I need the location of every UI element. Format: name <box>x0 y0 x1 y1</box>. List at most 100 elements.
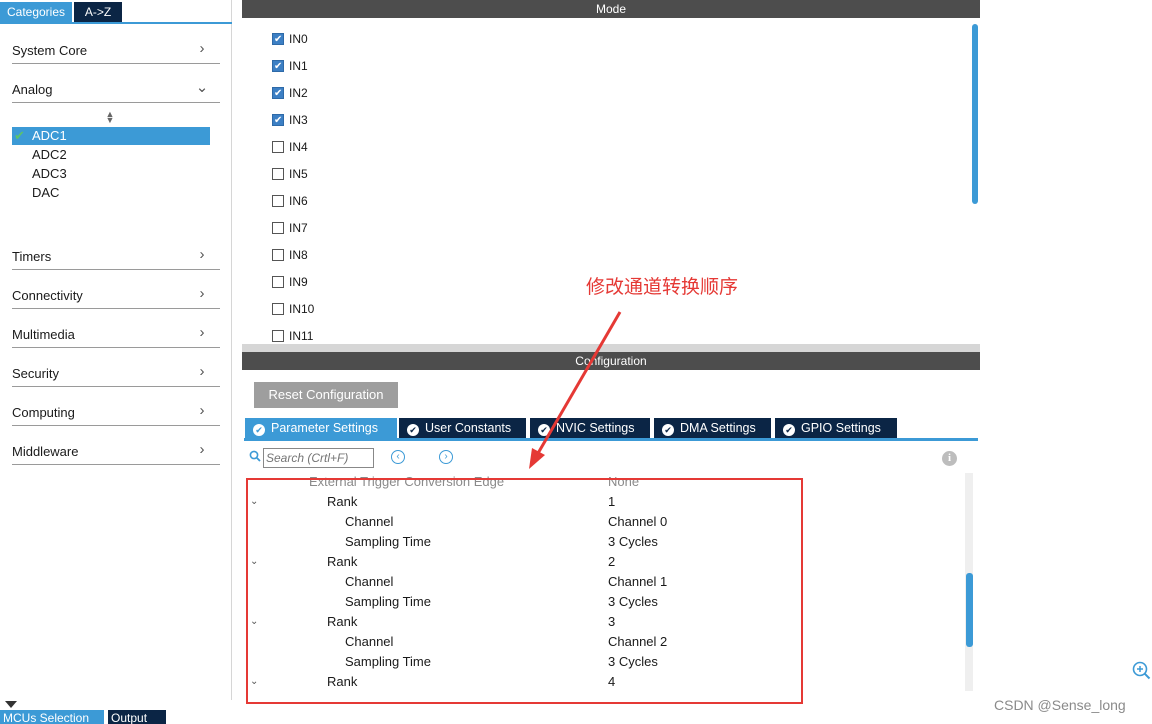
previous-icon[interactable]: ‹ <box>391 450 405 464</box>
checkbox[interactable] <box>272 85 284 103</box>
chevron-right-icon: › <box>199 402 205 419</box>
collapse-triangle-icon[interactable] <box>5 701 17 708</box>
analog-item-dac[interactable]: DAC <box>12 184 210 202</box>
parameter-name: Rank <box>327 554 358 569</box>
expand-chevron-icon[interactable]: ⌄ <box>250 672 262 692</box>
checkbox[interactable] <box>272 249 284 261</box>
parameter-row[interactable]: ⌄ Rank 3 <box>244 612 960 632</box>
analog-item-label: DAC <box>32 185 60 200</box>
parameter-scrollbar-thumb[interactable] <box>966 573 973 647</box>
checkbox[interactable] <box>272 168 284 180</box>
parameter-value[interactable]: 3 Cycles <box>608 652 658 672</box>
checkbox[interactable] <box>272 222 284 234</box>
category-middleware[interactable]: Middleware › <box>12 435 220 465</box>
category-label: Analog <box>12 82 53 97</box>
tab-categories[interactable]: Categories <box>0 2 72 22</box>
channel-label: IN0 <box>289 32 308 46</box>
checkbox[interactable] <box>272 276 284 288</box>
parameter-row[interactable]: Channel Channel 1 <box>244 572 960 592</box>
category-multimedia[interactable]: Multimedia › <box>12 318 220 348</box>
parameter-name: External Trigger Conversion Edge <box>309 474 505 489</box>
analog-item-adc2[interactable]: ADC2 <box>12 146 210 164</box>
checkbox[interactable] <box>272 112 284 130</box>
tab-gpio-settings[interactable]: ✔ GPIO Settings <box>775 418 897 439</box>
analog-item-adc3[interactable]: ADC3 <box>12 165 210 183</box>
channel-label: IN5 <box>289 167 308 181</box>
check-circle-icon: ✔ <box>662 424 674 436</box>
channel-label: IN6 <box>289 194 308 208</box>
channel-label: IN10 <box>289 302 315 316</box>
parameter-value[interactable]: Channel 0 <box>608 512 667 532</box>
tab-a-to-z[interactable]: A->Z <box>74 2 122 22</box>
tab-label: DMA Settings <box>680 421 756 435</box>
expand-chevron-icon[interactable]: ⌄ <box>250 612 262 632</box>
expand-chevron-icon[interactable]: ⌄ <box>250 492 262 512</box>
mode-scrollbar[interactable] <box>972 24 978 204</box>
tab-nvic-settings[interactable]: ✔ NVIC Settings <box>530 418 650 439</box>
chevron-right-icon: › <box>199 246 205 263</box>
next-icon[interactable]: › <box>439 450 453 464</box>
parameter-value[interactable]: 4 <box>608 672 615 692</box>
chevron-right-icon: › <box>199 363 205 380</box>
tab-output[interactable]: Output <box>108 710 166 724</box>
parameter-row[interactable]: ⌄ Rank 1 <box>244 492 960 512</box>
checkbox[interactable] <box>272 141 284 153</box>
parameter-name: Sampling Time <box>345 534 431 549</box>
mode-header: Mode <box>242 0 980 18</box>
category-label: Middleware <box>12 444 79 459</box>
category-computing[interactable]: Computing › <box>12 396 220 426</box>
checkbox[interactable] <box>272 31 284 49</box>
category-analog[interactable]: Analog ⌄ <box>12 73 220 103</box>
parameter-value[interactable]: 1 <box>608 492 615 512</box>
categories-panel: Categories A->Z System Core › Analog ⌄ ▲… <box>0 0 232 700</box>
parameter-row[interactable]: Sampling Time 3 Cycles <box>244 592 960 612</box>
checkbox[interactable] <box>272 195 284 207</box>
analog-item-adc1[interactable]: ✔ ADC1 <box>12 127 210 145</box>
chevron-right-icon: › <box>199 40 205 57</box>
tab-mcus-selection[interactable]: MCUs Selection <box>0 710 104 724</box>
panel-divider[interactable] <box>233 0 241 700</box>
category-label: Connectivity <box>12 288 83 303</box>
reset-configuration-button[interactable]: Reset Configuration <box>254 382 398 408</box>
parameter-value[interactable]: Channel 1 <box>608 572 667 592</box>
category-system-core[interactable]: System Core › <box>12 34 220 64</box>
search-input[interactable] <box>263 448 374 468</box>
category-label: System Core <box>12 43 88 58</box>
checkbox[interactable] <box>272 330 284 342</box>
category-timers[interactable]: Timers › <box>12 240 220 270</box>
zoom-in-icon[interactable] <box>1131 660 1151 680</box>
info-icon[interactable]: i <box>942 451 957 466</box>
parameter-name: Rank <box>327 674 358 689</box>
parameter-value[interactable]: Channel 2 <box>608 632 667 652</box>
parameter-value[interactable]: 3 Cycles <box>608 592 658 612</box>
parameter-value[interactable]: 2 <box>608 552 615 572</box>
expand-chevron-icon[interactable]: ⌄ <box>250 552 262 572</box>
category-security[interactable]: Security › <box>12 357 220 387</box>
parameter-row[interactable]: Sampling Time 3 Cycles <box>244 532 960 552</box>
splitter[interactable] <box>242 344 980 352</box>
parameter-value[interactable]: 3 Cycles <box>608 532 658 552</box>
parameter-row[interactable]: Channel Channel 0 <box>244 512 960 532</box>
category-label: Security <box>12 366 59 381</box>
tab-underline <box>244 438 978 441</box>
category-label: Computing <box>12 405 75 420</box>
parameter-row[interactable]: ⌄ Rank 4 <box>244 672 960 692</box>
parameter-row[interactable]: External Trigger Conversion Edge None <box>244 472 960 492</box>
parameter-row[interactable]: Sampling Time 3 Cycles <box>244 652 960 672</box>
parameter-name: Sampling Time <box>345 654 431 669</box>
channel-label: IN1 <box>289 59 308 73</box>
chevron-right-icon: › <box>199 324 205 341</box>
parameter-value[interactable]: 3 <box>608 612 615 632</box>
category-connectivity[interactable]: Connectivity › <box>12 279 220 309</box>
parameter-row[interactable]: ⌄ Rank 2 <box>244 552 960 572</box>
sort-icon[interactable]: ▲ ▼ <box>104 110 116 125</box>
tab-dma-settings[interactable]: ✔ DMA Settings <box>654 418 771 439</box>
parameter-name: Sampling Time <box>345 594 431 609</box>
checkbox[interactable] <box>272 58 284 76</box>
tab-user-constants[interactable]: ✔ User Constants <box>399 418 526 439</box>
checkbox[interactable] <box>272 303 284 315</box>
parameter-row[interactable]: Channel Channel 2 <box>244 632 960 652</box>
parameter-value[interactable]: None <box>608 472 639 492</box>
tab-label: NVIC Settings <box>556 421 635 435</box>
tab-parameter-settings[interactable]: ✔ Parameter Settings <box>245 418 397 439</box>
